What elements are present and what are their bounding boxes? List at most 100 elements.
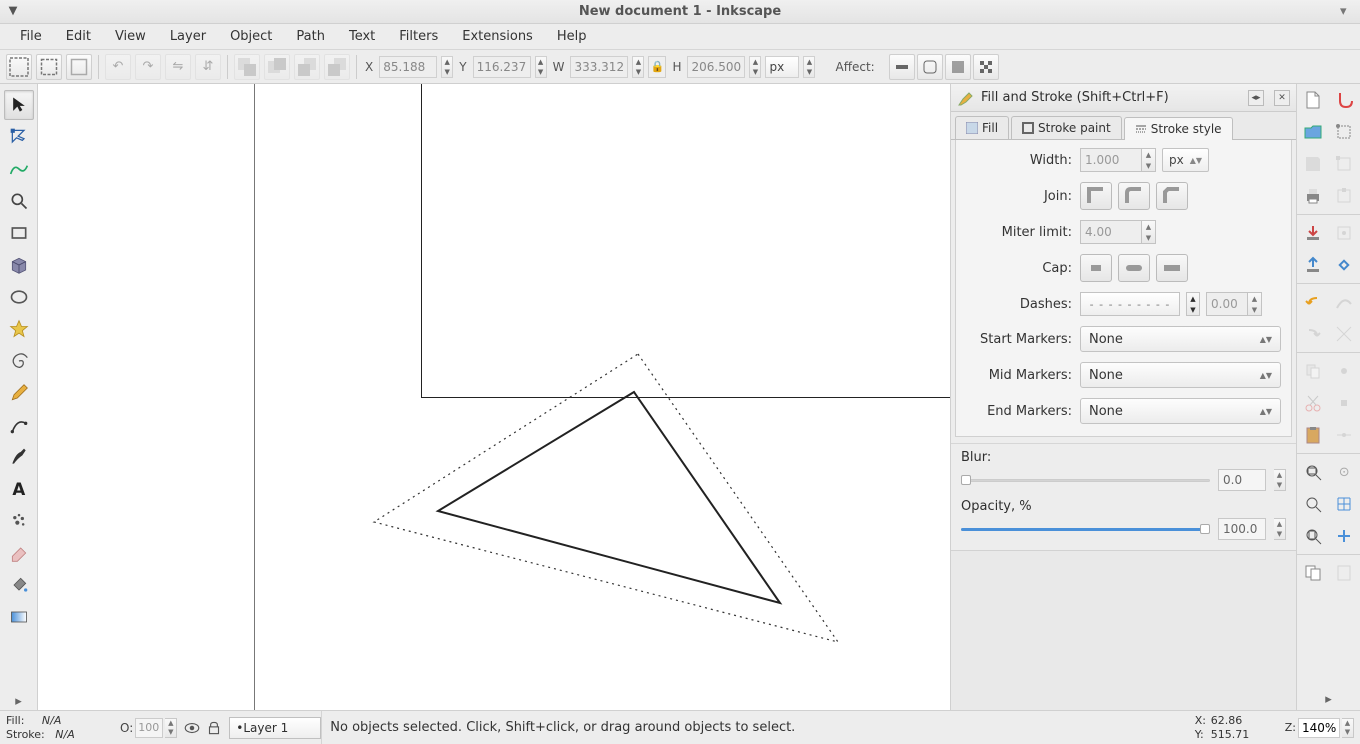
- affect-stroke-button[interactable]: [889, 54, 915, 80]
- zoom-spinner[interactable]: ▲▼: [1342, 718, 1354, 738]
- cut-button[interactable]: [1297, 387, 1329, 419]
- start-markers-select[interactable]: None▲▼: [1080, 326, 1281, 352]
- opacity-slider[interactable]: [961, 524, 1210, 534]
- snap-path[interactable]: [1329, 286, 1360, 318]
- flip-h-button[interactable]: ⇋: [165, 54, 191, 80]
- menu-extensions[interactable]: Extensions: [452, 26, 543, 47]
- minimize-icon[interactable]: ▾: [1340, 4, 1354, 18]
- opacity-spinner[interactable]: ▲▼: [1274, 518, 1286, 540]
- deselect-button[interactable]: [66, 54, 92, 80]
- import-button[interactable]: [1297, 217, 1329, 249]
- dash-offset-input[interactable]: [1206, 292, 1248, 316]
- width-unit-select[interactable]: px▲▼: [1162, 148, 1209, 172]
- cmdbar-more-icon[interactable]: ▸: [1297, 688, 1360, 710]
- tool-eraser[interactable]: [4, 538, 34, 568]
- print-button[interactable]: [1297, 180, 1329, 212]
- menu-edit[interactable]: Edit: [56, 26, 101, 47]
- x-input[interactable]: [379, 56, 437, 78]
- affect-gradient-button[interactable]: [945, 54, 971, 80]
- rotate-cw-button[interactable]: ↷: [135, 54, 161, 80]
- blur-value[interactable]: 0.0: [1218, 469, 1266, 491]
- opacity-value[interactable]: 100.0: [1218, 518, 1266, 540]
- raise-top-button[interactable]: [234, 54, 260, 80]
- snap-intersect[interactable]: [1329, 318, 1360, 350]
- zoom-drawing-button[interactable]: [1297, 488, 1329, 520]
- end-markers-select[interactable]: None▲▼: [1080, 398, 1281, 424]
- redo-button[interactable]: [1297, 318, 1329, 350]
- visibility-icon[interactable]: [183, 719, 201, 737]
- raise-button[interactable]: [264, 54, 290, 80]
- zoom-input[interactable]: [1298, 718, 1340, 738]
- snap-node-cusp[interactable]: [1329, 355, 1360, 387]
- tool-selector[interactable]: [4, 90, 34, 120]
- cap-butt-button[interactable]: [1080, 254, 1112, 282]
- tool-spray[interactable]: [4, 506, 34, 536]
- cap-square-button[interactable]: [1156, 254, 1188, 282]
- snap-bbox-edge[interactable]: [1329, 180, 1360, 212]
- join-bevel-button[interactable]: [1156, 182, 1188, 210]
- menu-help[interactable]: Help: [547, 26, 597, 47]
- canvas[interactable]: [38, 84, 950, 710]
- select-all-button[interactable]: [36, 54, 62, 80]
- blur-spinner[interactable]: ▲▼: [1274, 469, 1286, 491]
- zoom-fit-button[interactable]: [1297, 456, 1329, 488]
- menu-file[interactable]: File: [10, 26, 52, 47]
- lock-wh-button[interactable]: 🔒: [648, 56, 666, 78]
- tool-pencil[interactable]: [4, 378, 34, 408]
- master-opacity-input[interactable]: [135, 718, 163, 738]
- unit-spinner[interactable]: ▲▼: [803, 56, 815, 78]
- miter-spinner[interactable]: ▲▼: [1142, 220, 1156, 244]
- dash-pattern-spinner[interactable]: ▲▼: [1186, 292, 1200, 316]
- y-input[interactable]: [473, 56, 531, 78]
- tool-text[interactable]: A: [4, 474, 34, 504]
- affect-corners-button[interactable]: [917, 54, 943, 80]
- snap-node[interactable]: [1329, 249, 1360, 281]
- y-spinner[interactable]: ▲▼: [535, 56, 547, 78]
- snap-bbox-corner[interactable]: [1329, 148, 1360, 180]
- snap-guides[interactable]: [1329, 520, 1360, 552]
- tool-spiral[interactable]: [4, 346, 34, 376]
- affect-pattern-button[interactable]: [973, 54, 999, 80]
- tool-calligraphy[interactable]: [4, 442, 34, 472]
- cap-round-button[interactable]: [1118, 254, 1150, 282]
- rotate-ccw-button[interactable]: ↶: [105, 54, 131, 80]
- flip-v-button[interactable]: ⇵: [195, 54, 221, 80]
- menu-object[interactable]: Object: [220, 26, 282, 47]
- tool-node[interactable]: [4, 122, 34, 152]
- lock-layer-icon[interactable]: [205, 719, 223, 737]
- snap-toggle[interactable]: [1329, 84, 1360, 116]
- width-input[interactable]: [1080, 148, 1142, 172]
- menu-filters[interactable]: Filters: [389, 26, 448, 47]
- save-button[interactable]: [1297, 148, 1329, 180]
- w-spinner[interactable]: ▲▼: [632, 56, 644, 78]
- join-miter-button[interactable]: [1080, 182, 1112, 210]
- menu-text[interactable]: Text: [339, 26, 385, 47]
- dash-offset-spinner[interactable]: ▲▼: [1248, 292, 1262, 316]
- export-button[interactable]: [1297, 249, 1329, 281]
- tool-ellipse[interactable]: [4, 282, 34, 312]
- tab-stroke-paint[interactable]: Stroke paint: [1011, 116, 1122, 139]
- tool-tweak[interactable]: [4, 154, 34, 184]
- snap-bbox-mid[interactable]: [1329, 217, 1360, 249]
- dash-pattern-select[interactable]: - - - - - - - - -: [1080, 292, 1180, 316]
- paste-button[interactable]: [1297, 419, 1329, 451]
- toolbox-more-icon[interactable]: ▸: [7, 692, 31, 710]
- copy-button[interactable]: [1297, 355, 1329, 387]
- layer-select[interactable]: • Layer 1: [229, 717, 321, 739]
- tool-3dbox[interactable]: [4, 250, 34, 280]
- duplicate-button[interactable]: [1297, 557, 1329, 589]
- width-spinner[interactable]: ▲▼: [1142, 148, 1156, 172]
- snap-node-smooth[interactable]: [1329, 387, 1360, 419]
- open-button[interactable]: [1297, 116, 1329, 148]
- tab-stroke-style[interactable]: Stroke style: [1124, 117, 1233, 140]
- select-all-layers-button[interactable]: [6, 54, 32, 80]
- snap-bbox[interactable]: [1329, 116, 1360, 148]
- snap-page-border[interactable]: [1329, 557, 1360, 589]
- snap-10[interactable]: ⊙: [1329, 456, 1360, 488]
- tool-gradient[interactable]: [4, 602, 34, 632]
- tool-bezier[interactable]: [4, 410, 34, 440]
- dock-close-button[interactable]: ✕: [1274, 90, 1290, 106]
- join-round-button[interactable]: [1118, 182, 1150, 210]
- dock-collapse-button[interactable]: ◂▸: [1248, 90, 1264, 106]
- blur-slider[interactable]: [961, 475, 1210, 485]
